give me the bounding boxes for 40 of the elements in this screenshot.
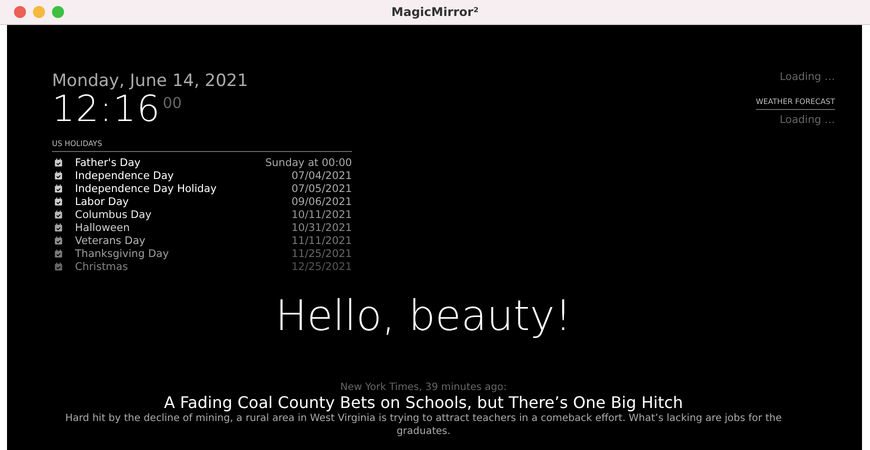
calendar-icon — [54, 184, 63, 193]
compliment-text: Hello, beauty! — [275, 291, 572, 340]
maximize-button[interactable] — [52, 6, 64, 18]
loading-text: Loading … — [780, 71, 835, 83]
event-date: 11/25/2021 — [291, 248, 352, 260]
calendar-icon — [54, 158, 63, 167]
calendar-icon — [54, 223, 63, 232]
event-title: Father's Day — [75, 156, 142, 168]
date-text: Monday, June 14, 2021 — [52, 71, 248, 91]
event-date: 09/06/2021 — [291, 196, 352, 208]
event-title: Halloween — [75, 222, 131, 234]
news-source: New York Times, 39 minutes ago: — [340, 382, 507, 393]
calendar-icon — [54, 210, 63, 219]
calendar-icon — [54, 262, 63, 271]
news-headline: A Fading Coal County Bets on Schools, but There’s One Big Hitch — [164, 393, 684, 412]
seconds-text: 00 — [162, 94, 182, 112]
calendar-icon — [54, 236, 63, 245]
event-title: Christmas — [75, 260, 129, 272]
event-date: 07/05/2021 — [291, 182, 352, 194]
calendar-icon — [54, 249, 63, 258]
event-date: Sunday at 00:00 — [265, 156, 352, 168]
event-title: Labor Day — [75, 196, 130, 208]
window-title: MagicMirror² — [391, 5, 479, 19]
event-date: 07/04/2021 — [291, 170, 352, 182]
event-title: Independence Day — [75, 170, 175, 182]
event-date: 10/31/2021 — [291, 222, 352, 234]
time-text: 12:16 — [52, 91, 161, 129]
event-title: Columbus Day — [75, 208, 152, 220]
minimize-button[interactable] — [33, 6, 45, 18]
calendar-icon — [54, 197, 63, 206]
event-date: 10/11/2021 — [291, 208, 352, 220]
event-title: Thanksgiving Day — [75, 248, 170, 260]
close-button[interactable] — [14, 6, 26, 18]
event-title: Independence Day Holiday — [75, 182, 218, 194]
calendar-icon — [54, 171, 63, 180]
event-date: 11/11/2021 — [291, 234, 352, 246]
news-description: Hard hit by the decline of mining, a rural area in West Virginia is trying to attract teachers in a comeback effort. What’s lacking are jobs for the graduates. — [64, 412, 783, 438]
event-date: 12/25/2021 — [291, 260, 352, 272]
event-title: Veterans Day — [75, 234, 146, 246]
loading-text: Loading … — [780, 114, 835, 126]
